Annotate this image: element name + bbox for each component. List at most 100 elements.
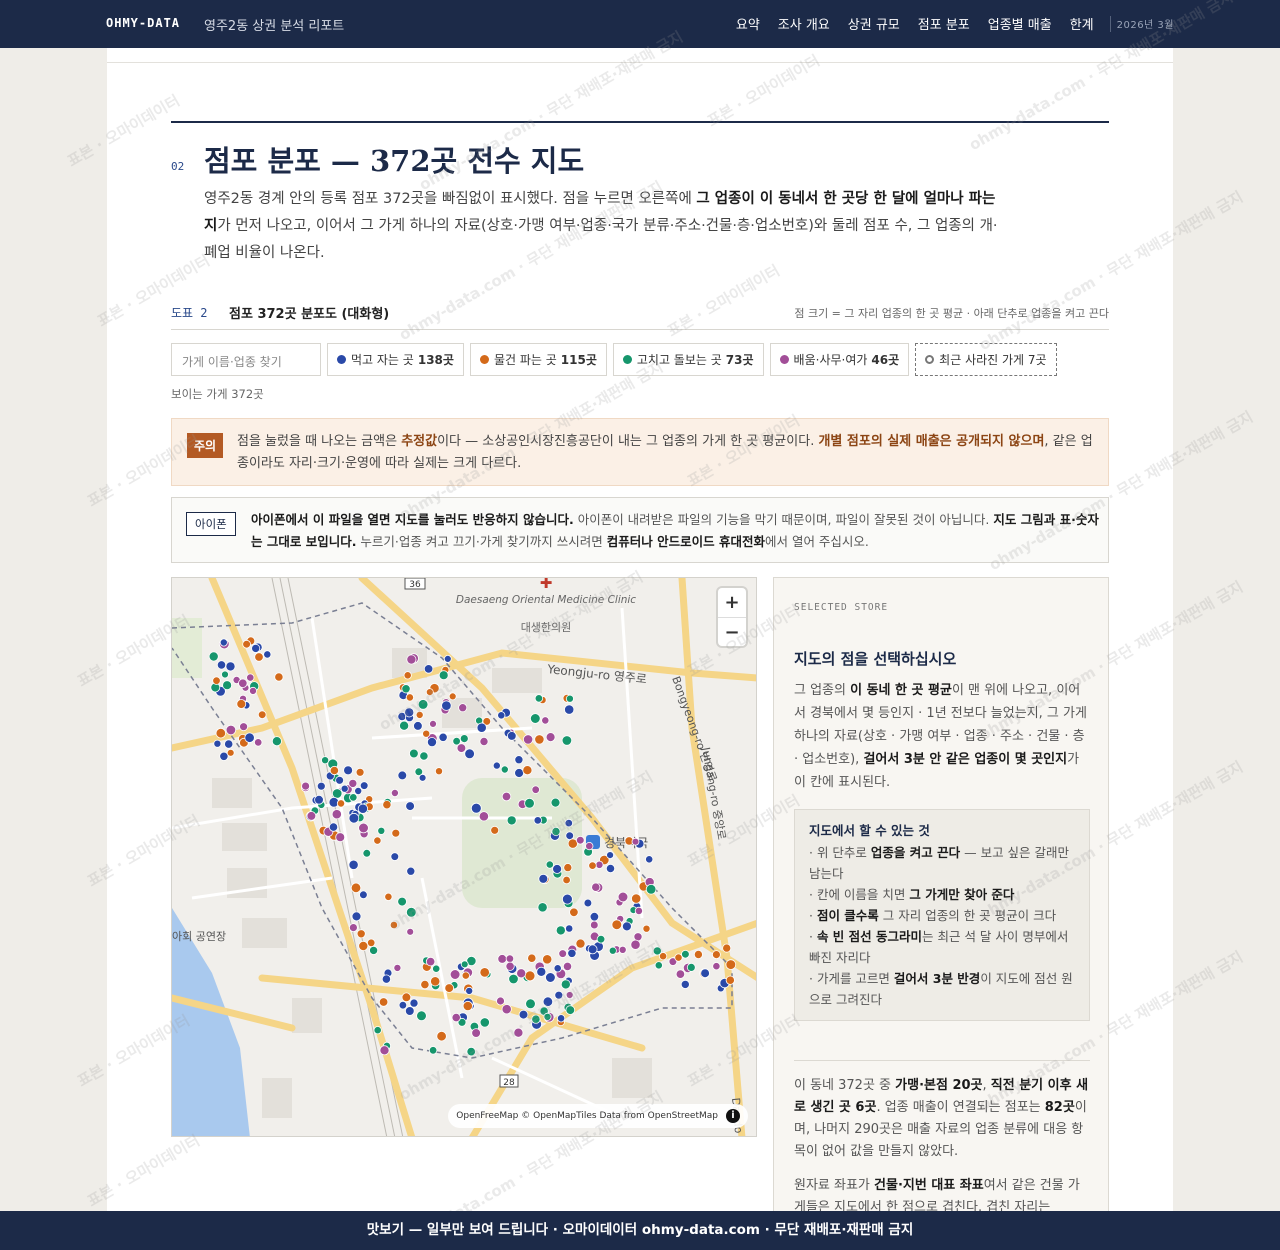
store-dot[interactable]: [419, 751, 429, 761]
store-dot[interactable]: [358, 940, 369, 951]
store-dot[interactable]: [589, 912, 600, 922]
store-dot[interactable]: [700, 968, 710, 979]
store-dot[interactable]: [617, 891, 629, 903]
store-dot[interactable]: [605, 863, 616, 874]
store-dot[interactable]: [405, 693, 414, 702]
store-dot[interactable]: [444, 983, 455, 993]
store-dot[interactable]: [516, 968, 527, 979]
store-dot[interactable]: [621, 921, 632, 932]
store-dot[interactable]: [479, 967, 490, 978]
store-dot[interactable]: [545, 972, 556, 983]
store-dot[interactable]: [693, 949, 703, 959]
store-dot[interactable]: [389, 920, 398, 930]
filter-retail[interactable]: 물건 파는 곳 115곳: [469, 343, 607, 376]
store-dot[interactable]: [470, 802, 482, 814]
store-dot[interactable]: [254, 652, 264, 662]
store-dot[interactable]: [611, 919, 623, 931]
store-dot[interactable]: [564, 818, 573, 828]
store-dot[interactable]: [208, 651, 219, 662]
store-dot[interactable]: [212, 676, 221, 685]
store-dot[interactable]: [301, 781, 311, 791]
store-dot[interactable]: [452, 736, 461, 746]
store-dot[interactable]: [563, 863, 573, 873]
zoom-out-button[interactable]: −: [718, 617, 746, 646]
store-dot[interactable]: [343, 765, 354, 776]
store-dot[interactable]: [225, 661, 236, 672]
store-dot[interactable]: [428, 1046, 438, 1055]
store-dot[interactable]: [492, 761, 501, 770]
store-dot[interactable]: [390, 788, 399, 797]
store-dot[interactable]: [314, 795, 324, 805]
store-dot[interactable]: [545, 732, 556, 743]
store-dot[interactable]: [681, 949, 690, 959]
store-dot[interactable]: [553, 964, 562, 973]
store-dot[interactable]: [406, 654, 417, 665]
store-dot[interactable]: [213, 739, 222, 748]
store-dot[interactable]: [522, 765, 533, 776]
store-dot[interactable]: [686, 962, 696, 972]
map-canvas[interactable]: ✚ Daesaeng Oriental Medicine Clinic 대생한의…: [172, 578, 757, 1137]
store-dot[interactable]: [215, 727, 227, 739]
store-dot[interactable]: [506, 731, 517, 741]
store-dot[interactable]: [413, 721, 423, 731]
store-dot[interactable]: [565, 694, 574, 703]
store-dot[interactable]: [348, 859, 359, 870]
store-dot[interactable]: [242, 639, 251, 649]
store-dot[interactable]: [443, 655, 452, 663]
store-dot[interactable]: [221, 670, 229, 679]
store-dot[interactable]: [249, 686, 258, 695]
store-dot[interactable]: [585, 841, 594, 851]
store-dot[interactable]: [369, 945, 379, 955]
store-dot[interactable]: [225, 724, 237, 736]
store-dot[interactable]: [340, 784, 349, 793]
store-dot[interactable]: [350, 882, 362, 894]
store-dot[interactable]: [565, 991, 574, 999]
store-dot[interactable]: [722, 943, 732, 953]
store-dot[interactable]: [606, 851, 615, 860]
store-dot[interactable]: [645, 883, 657, 895]
store-dot[interactable]: [373, 1026, 382, 1035]
store-dot[interactable]: [500, 765, 509, 774]
store-dot[interactable]: [591, 882, 601, 892]
store-dot[interactable]: [529, 713, 541, 724]
store-dot[interactable]: [501, 1004, 512, 1015]
store-dot[interactable]: [524, 798, 535, 809]
store-dot[interactable]: [675, 969, 686, 979]
store-dot[interactable]: [425, 956, 436, 967]
store-dot[interactable]: [561, 735, 573, 746]
store-dot[interactable]: [505, 954, 515, 963]
store-dot[interactable]: [382, 800, 392, 810]
store-dot[interactable]: [415, 710, 424, 719]
filter-education-office[interactable]: 배움·사무·여가 46곳: [769, 343, 910, 376]
store-dot[interactable]: [426, 737, 437, 748]
store-map[interactable]: ✚ Daesaeng Oriental Medicine Clinic 대생한의…: [171, 577, 757, 1137]
store-dot[interactable]: [465, 986, 474, 995]
store-dot[interactable]: [397, 896, 407, 907]
store-dot[interactable]: [425, 688, 434, 696]
store-dot[interactable]: [403, 671, 412, 680]
store-dot[interactable]: [336, 799, 346, 808]
store-dot[interactable]: [393, 963, 402, 972]
store-dot[interactable]: [451, 1012, 461, 1023]
store-dot[interactable]: [244, 732, 255, 743]
store-dot[interactable]: [479, 736, 489, 746]
store-dot[interactable]: [545, 860, 554, 869]
store-dot[interactable]: [513, 1027, 524, 1038]
store-dot[interactable]: [583, 898, 593, 908]
store-dot[interactable]: [562, 875, 571, 885]
store-dot[interactable]: [534, 734, 545, 745]
store-dot[interactable]: [436, 1031, 447, 1042]
store-dot[interactable]: [271, 736, 282, 747]
store-dot[interactable]: [246, 673, 255, 682]
brand-logo[interactable]: OHMY-DATA: [106, 16, 180, 30]
store-dot[interactable]: [359, 781, 369, 790]
store-dot[interactable]: [518, 1009, 529, 1020]
store-dot[interactable]: [514, 755, 524, 765]
store-dot[interactable]: [349, 793, 358, 802]
store-dot[interactable]: [355, 767, 365, 777]
info-icon[interactable]: i: [726, 1109, 740, 1123]
store-dot[interactable]: [391, 828, 401, 838]
store-dot[interactable]: [560, 979, 571, 990]
store-dot[interactable]: [316, 781, 326, 791]
store-dot[interactable]: [595, 860, 604, 869]
